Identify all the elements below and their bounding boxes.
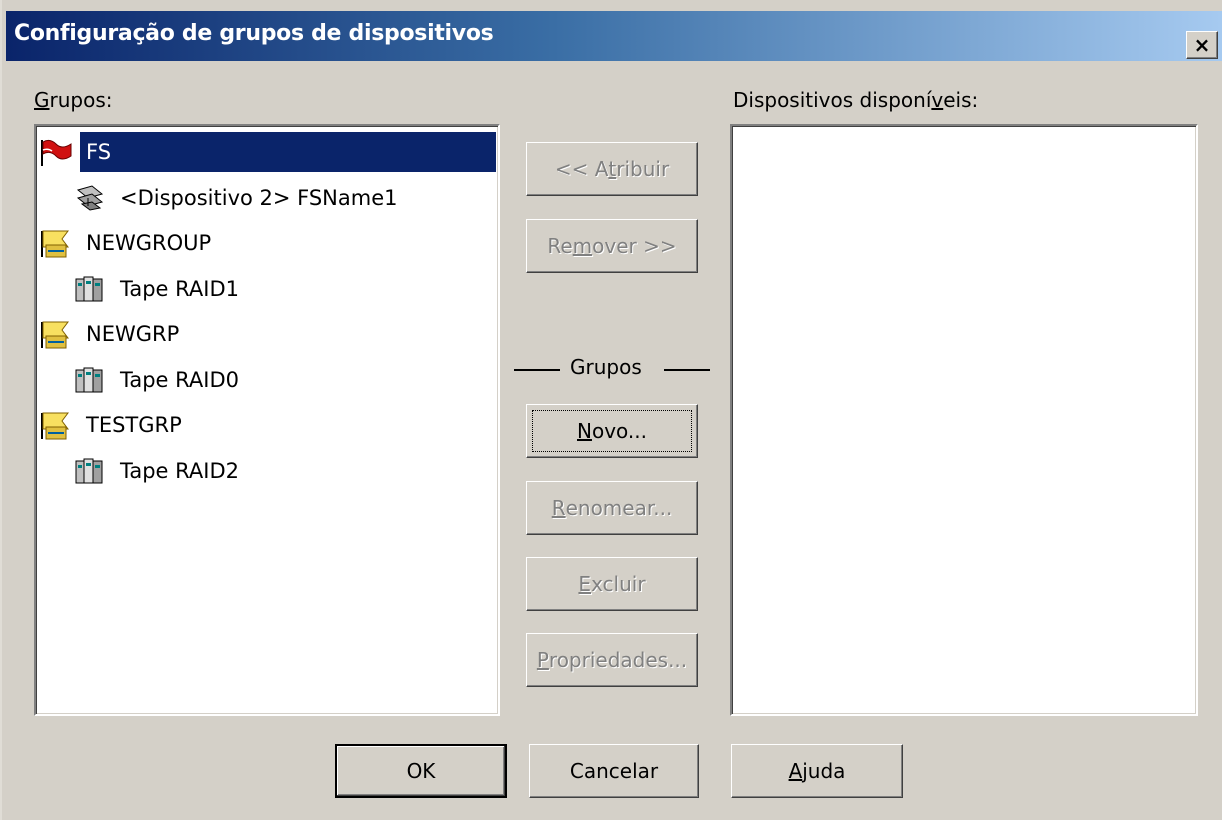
groups-label: Grupos: bbox=[34, 88, 113, 112]
cancel-button[interactable]: Cancelar bbox=[529, 744, 699, 798]
title-bar[interactable]: Configuração de grupos de dispositivos × bbox=[6, 11, 1222, 61]
tree-item-label: Tape RAID2 bbox=[120, 458, 239, 483]
group-folder-icon bbox=[38, 227, 74, 259]
new-group-button[interactable]: Novo... bbox=[526, 404, 698, 458]
delete-group-button[interactable]: Excluir bbox=[526, 557, 698, 611]
tree-group-item[interactable]: TESTGRP bbox=[38, 403, 188, 447]
tree-item-label: Tape RAID1 bbox=[120, 276, 239, 301]
device-groups-dialog: Configuração de grupos de dispositivos ×… bbox=[0, 0, 1222, 820]
groups-tree[interactable]: FS <Dispositivo 2> FSName1 NEWGROUP Tape RA… bbox=[34, 124, 500, 716]
tree-group-item[interactable]: FS bbox=[38, 130, 496, 174]
rename-group-button[interactable]: Renomear... bbox=[526, 481, 698, 535]
groups-separator-right bbox=[664, 369, 710, 371]
tree-item-label: FS bbox=[80, 132, 496, 172]
help-button[interactable]: Ajuda bbox=[731, 744, 903, 798]
close-icon: × bbox=[1193, 33, 1211, 57]
available-devices-label: Dispositivos disponíveis: bbox=[733, 88, 979, 112]
group-folder-icon bbox=[38, 409, 74, 441]
tree-item-label: <Dispositivo 2> FSName1 bbox=[120, 185, 398, 210]
groups-separator-left bbox=[514, 369, 560, 371]
available-devices-list[interactable] bbox=[730, 124, 1198, 716]
assign-button[interactable]: << At ribuir bbox=[526, 142, 698, 196]
tree-group-item[interactable]: NEWGROUP bbox=[38, 221, 217, 265]
tape-raid-icon bbox=[72, 273, 108, 305]
group-folder-icon bbox=[38, 318, 74, 350]
red-flag-icon bbox=[38, 136, 74, 168]
window-title: Configuração de grupos de dispositivos bbox=[14, 21, 494, 46]
tree-device-item[interactable]: Tape RAID1 bbox=[72, 267, 245, 311]
tree-item-label: NEWGROUP bbox=[86, 231, 212, 255]
tape-raid-icon bbox=[72, 364, 108, 396]
properties-button[interactable]: Propriedades... bbox=[526, 633, 698, 687]
tree-item-label: NEWGRP bbox=[86, 322, 180, 346]
tree-device-item[interactable]: <Dispositivo 2> FSName1 bbox=[72, 176, 404, 220]
groups-section-label: Grupos bbox=[570, 355, 642, 379]
tape-raid-icon bbox=[72, 455, 108, 487]
tree-item-label: Tape RAID0 bbox=[120, 367, 239, 392]
tree-group-item[interactable]: NEWGRP bbox=[38, 312, 185, 356]
remove-button[interactable]: Re m over >> bbox=[526, 219, 698, 273]
close-button[interactable]: × bbox=[1186, 31, 1218, 59]
device-icon bbox=[72, 182, 108, 214]
ok-button[interactable]: OK bbox=[335, 744, 507, 798]
tree-device-item[interactable]: Tape RAID2 bbox=[72, 449, 245, 493]
tree-device-item[interactable]: Tape RAID0 bbox=[72, 358, 245, 402]
tree-item-label: TESTGRP bbox=[86, 413, 182, 437]
